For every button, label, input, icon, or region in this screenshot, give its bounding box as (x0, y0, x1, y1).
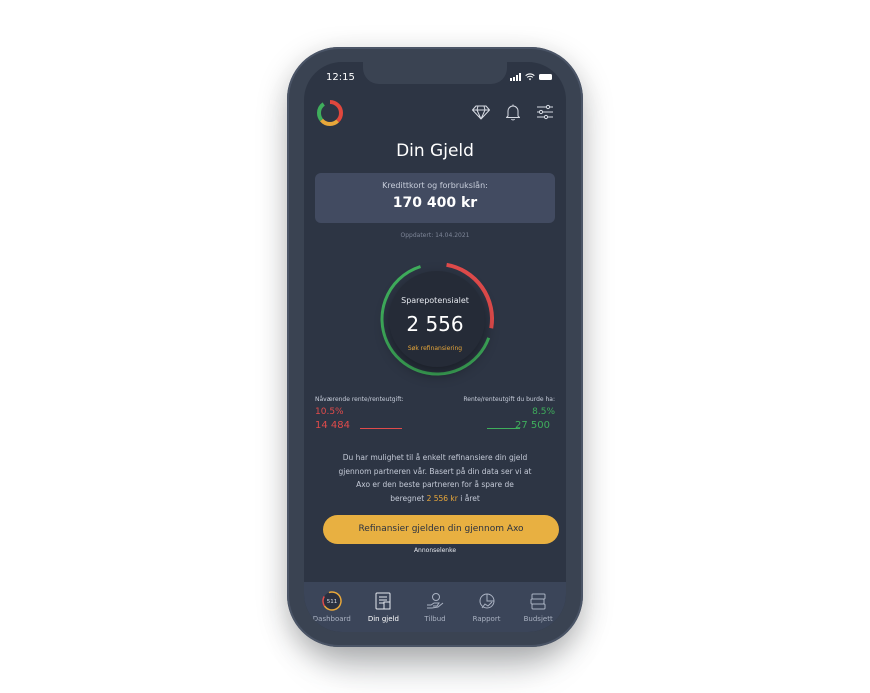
status-time: 12:15 (326, 72, 355, 83)
debt-document-icon (375, 592, 391, 610)
gauge-value: 2 556 (406, 312, 464, 336)
ad-link[interactable]: Annonselenke (304, 547, 566, 554)
tab-label: Rapport (472, 615, 501, 623)
refinance-axo-button[interactable]: Refinansier gjelden din gjennom Axo (323, 515, 559, 544)
sliders-icon[interactable] (535, 102, 555, 122)
report-chart-icon (479, 593, 495, 609)
savings-highlight: 2 556 kr (426, 493, 458, 503)
tab-label: Budsjett (523, 615, 553, 623)
gauge-label: Sparepotensialet (401, 296, 469, 305)
info-text-part: beregnet (390, 493, 425, 503)
current-rate-line (360, 428, 402, 429)
diamond-icon[interactable] (471, 102, 491, 122)
info-line: Axo er den beste partneren for å spare d… (356, 480, 514, 489)
debt-summary-card: Kredittkort og forbrukslån: 170 400 kr (315, 173, 555, 223)
tab-label: Tilbud (424, 615, 446, 623)
tab-din-gjeld[interactable]: Din gjeld (358, 582, 410, 632)
debt-label: Kredittkort og forbrukslån: (382, 181, 488, 190)
wifi-icon (525, 73, 535, 81)
target-rate-value: 8.5% (532, 407, 555, 417)
debt-value: 170 400 kr (392, 195, 478, 211)
current-amount-value: 14 484 (315, 420, 350, 431)
status-icons (510, 73, 552, 81)
tab-rapport[interactable]: Rapport (461, 582, 513, 632)
tab-tilbud[interactable]: Tilbud (409, 582, 461, 632)
app-screen: 12:15 Din Gjeld Kredittkort og forbruksl… (304, 62, 566, 632)
bottom-tab-bar: 511 Dashboard Din gjeld Tilbud Rapport B… (304, 582, 566, 632)
info-line: Du har mulighet til å enkelt refinansier… (342, 453, 528, 462)
tab-dashboard[interactable]: 511 Dashboard (306, 582, 358, 632)
budget-stack-icon (530, 593, 546, 610)
score-ring-icon: 511 (322, 591, 342, 611)
target-amount-value: 27 500 (515, 420, 550, 431)
tab-label: Dashboard (312, 615, 351, 623)
info-line: beregnet 2 556 kr i året (320, 492, 550, 506)
current-rate-value: 10.5% (315, 407, 344, 417)
tab-label: Din gjeld (367, 615, 399, 623)
info-text-part: i året (460, 493, 480, 503)
device-notch (363, 62, 507, 84)
info-line: gjennom partneren vår. Basert på din dat… (338, 466, 532, 476)
battery-icon (539, 74, 552, 80)
svg-text:511: 511 (327, 599, 338, 605)
signal-icon (510, 73, 521, 81)
app-logo-ring[interactable] (315, 98, 345, 128)
apply-refinancing-link[interactable]: Søk refinansiering (304, 345, 566, 352)
bell-icon[interactable] (503, 102, 523, 122)
updated-date: Oppdatert: 14.04.2021 (400, 232, 470, 239)
target-rate-label: Rente/renteutgift du burde ha: (463, 396, 555, 403)
refinance-info-text: Du har mulighet til å enkelt refinansier… (320, 451, 550, 505)
current-rate-label: Nåværende rente/renteutgift: (315, 396, 404, 403)
page-title: Din Gjeld (396, 141, 474, 161)
tab-budsjett[interactable]: Budsjett (512, 582, 564, 632)
offer-hand-icon (426, 593, 444, 609)
